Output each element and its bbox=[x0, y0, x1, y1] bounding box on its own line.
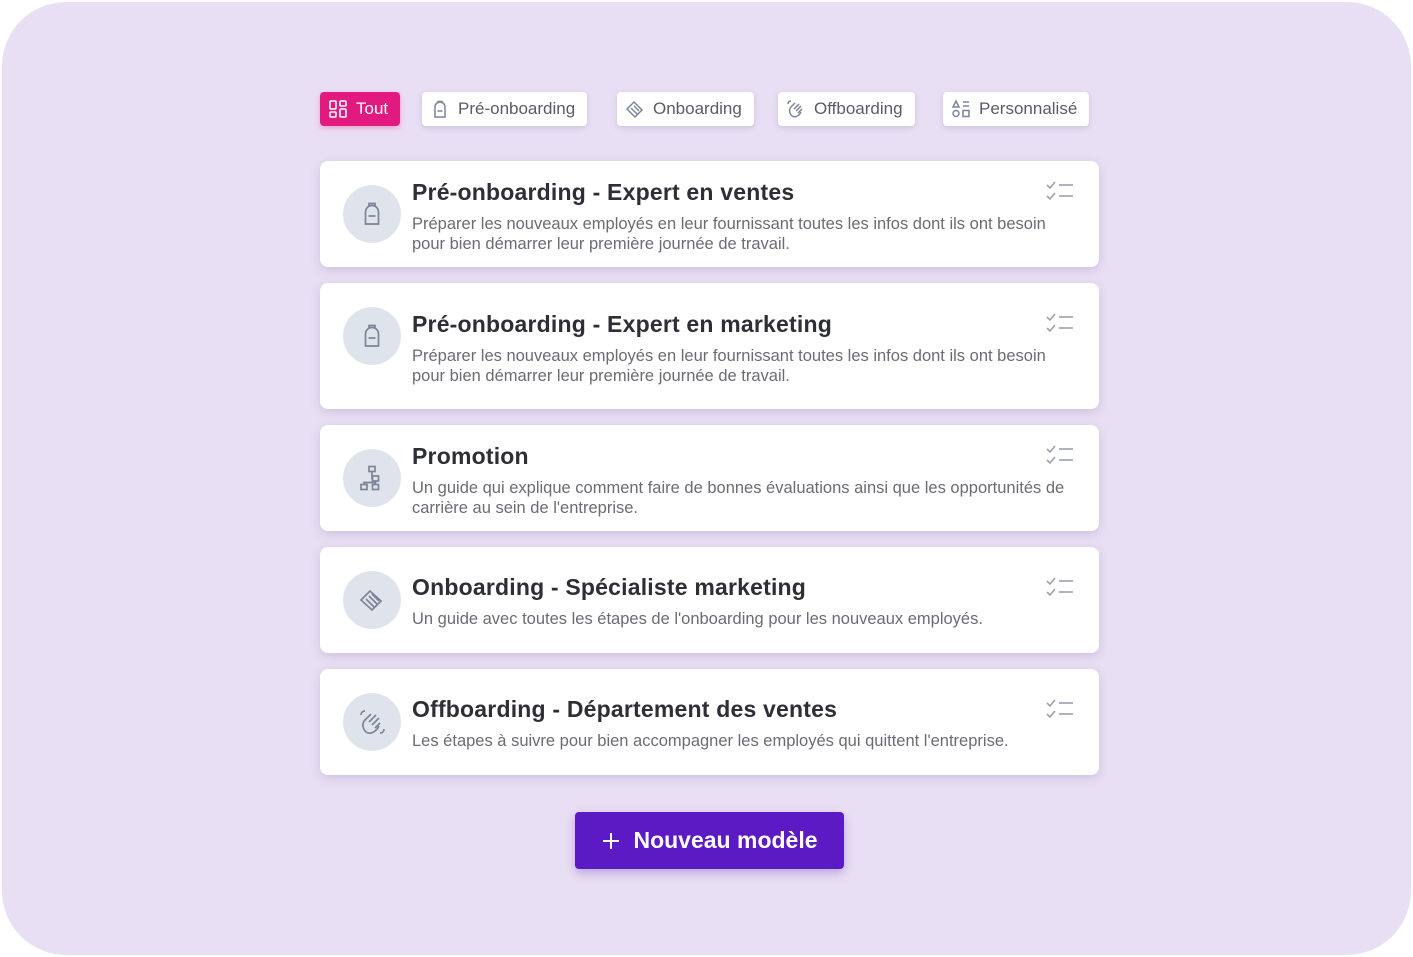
template-card[interactable]: Promotion Un guide qui explique comment … bbox=[320, 425, 1099, 531]
checklist-icon[interactable] bbox=[1045, 312, 1075, 334]
shapes-icon bbox=[951, 99, 970, 118]
template-avatar bbox=[343, 185, 401, 243]
template-avatar bbox=[343, 693, 401, 751]
new-template-button[interactable]: Nouveau modèle bbox=[575, 812, 844, 869]
handshake-icon bbox=[359, 589, 383, 612]
filter-chip-label: Onboarding bbox=[653, 99, 742, 118]
backpack-icon bbox=[364, 202, 380, 225]
checklist-icon[interactable] bbox=[1045, 576, 1075, 598]
plus-icon bbox=[603, 832, 620, 849]
template-card[interactable]: Pré-onboarding - Expert en marketing Pré… bbox=[320, 283, 1099, 409]
template-avatar bbox=[343, 571, 401, 629]
template-title: Promotion bbox=[412, 443, 529, 469]
template-description: Préparer les nouveaux employés en leur f… bbox=[412, 347, 1046, 385]
org-chart-icon bbox=[360, 465, 380, 491]
template-title: Offboarding - Département des ventes bbox=[412, 696, 838, 722]
waving-hand-icon bbox=[787, 100, 803, 118]
template-description: Les étapes à suivre pour bien accompagne… bbox=[412, 732, 1009, 750]
filter-chip-label: Tout bbox=[356, 99, 389, 118]
template-title: Pré-onboarding - Expert en marketing bbox=[412, 311, 832, 337]
checklist-icon[interactable] bbox=[1045, 444, 1075, 466]
filter-chip-onboarding[interactable]: Onboarding bbox=[617, 92, 754, 126]
filter-chip-personnalise[interactable]: Personnalisé bbox=[943, 92, 1090, 126]
template-card[interactable]: Pré-onboarding - Expert en ventes Prépar… bbox=[320, 161, 1099, 267]
template-description: Un guide qui explique comment faire de b… bbox=[412, 479, 1065, 517]
filter-chip-tout[interactable]: Tout bbox=[320, 92, 401, 126]
template-title: Onboarding - Spécialiste marketing bbox=[412, 574, 807, 600]
backpack-icon bbox=[434, 100, 446, 118]
template-description: Un guide avec toutes les étapes de l'onb… bbox=[412, 610, 983, 628]
template-card[interactable]: Onboarding - Spécialiste marketing Un gu… bbox=[320, 547, 1099, 653]
template-avatar bbox=[343, 449, 401, 507]
handshake-icon bbox=[625, 100, 644, 119]
checklist-icon[interactable] bbox=[1045, 180, 1075, 202]
waving-hand-icon bbox=[360, 710, 385, 735]
backpack-icon bbox=[364, 324, 380, 347]
template-avatar bbox=[343, 307, 401, 365]
template-description: Préparer les nouveaux employés en leur f… bbox=[412, 215, 1046, 253]
filter-chip-label: Pré-onboarding bbox=[458, 99, 576, 118]
template-card[interactable]: Offboarding - Département des ventes Les… bbox=[320, 669, 1099, 775]
app-frame: Tout Pré-onboarding Onboarding Offboardi… bbox=[2, 2, 1411, 955]
checklist-icon[interactable] bbox=[1045, 698, 1075, 720]
new-template-label: Nouveau modèle bbox=[633, 827, 818, 853]
filter-chip-label: Offboarding bbox=[814, 99, 903, 118]
filter-chip-pre-onboarding[interactable]: Pré-onboarding bbox=[422, 92, 588, 126]
template-title: Pré-onboarding - Expert en ventes bbox=[412, 179, 795, 205]
filter-chip-label: Personnalisé bbox=[979, 99, 1078, 118]
filter-chip-offboarding[interactable]: Offboarding bbox=[778, 92, 915, 126]
grid-icon bbox=[329, 100, 347, 118]
